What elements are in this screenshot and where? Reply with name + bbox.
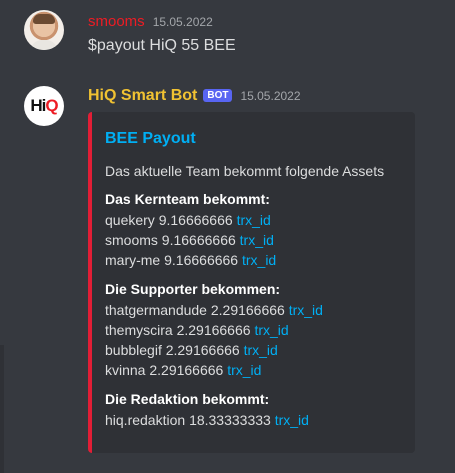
bot-badge: BOT — [203, 89, 233, 102]
user-avatar[interactable] — [24, 10, 64, 50]
message-header: smooms 15.05.2022 — [88, 13, 213, 30]
list-item: smooms 9.16666666 trx_id — [105, 232, 274, 248]
list-item: mary-me 9.16666666 trx_id — [105, 252, 277, 268]
embed-description: Das aktuelle Team bekommt folgende Asset… — [105, 163, 385, 179]
list-item: quekery 9.16666666 trx_id — [105, 212, 271, 228]
scroll-rail — [0, 345, 4, 473]
author-name[interactable]: smooms — [88, 13, 145, 30]
list-item: thatgermandude 2.29166666 trx_id — [105, 302, 323, 318]
trx-link[interactable]: trx_id — [237, 212, 271, 228]
message-text: $payout HiQ 55 BEE — [88, 37, 236, 54]
list-item: kvinna 2.29166666 trx_id — [105, 362, 262, 378]
trx-link[interactable]: trx_id — [254, 322, 288, 338]
bot-avatar[interactable]: HiQ — [24, 86, 64, 126]
field-name: Die Redaktion bekommt: — [105, 391, 270, 407]
list-item: hiq.redaktion 18.33333333 trx_id — [105, 412, 309, 428]
hiq-logo: HiQ — [30, 96, 58, 115]
avatar-shirt — [30, 40, 58, 50]
field-name: Das Kernteam bekommt: — [105, 191, 270, 207]
message-timestamp: 15.05.2022 — [152, 15, 213, 29]
embed-card: BEE Payout Das aktuelle Team bekommt fol… — [88, 112, 415, 453]
avatar-hair — [33, 14, 55, 24]
message-timestamp: 15.05.2022 — [240, 89, 301, 103]
trx-link[interactable]: trx_id — [244, 342, 278, 358]
field-supporter: Die Supporter bekommen: thatgermandude 2… — [105, 280, 415, 380]
list-item: themyscira 2.29166666 trx_id — [105, 322, 289, 338]
trx-link[interactable]: trx_id — [240, 232, 274, 248]
field-kernteam: Das Kernteam bekommt: quekery 9.16666666… — [105, 190, 415, 270]
trx-link[interactable]: trx_id — [242, 252, 276, 268]
field-name: Die Supporter bekommen: — [105, 281, 281, 297]
trx-link[interactable]: trx_id — [275, 412, 309, 428]
message-header: HiQ Smart Bot BOT 15.05.2022 — [88, 87, 301, 105]
trx-link[interactable]: trx_id — [289, 302, 323, 318]
list-item: bubblegif 2.29166666 trx_id — [105, 342, 278, 358]
trx-link[interactable]: trx_id — [227, 362, 261, 378]
author-name[interactable]: HiQ Smart Bot — [88, 87, 197, 105]
embed-title: BEE Payout — [105, 130, 196, 147]
field-redaktion: Die Redaktion bekommt: hiq.redaktion 18.… — [105, 390, 415, 430]
